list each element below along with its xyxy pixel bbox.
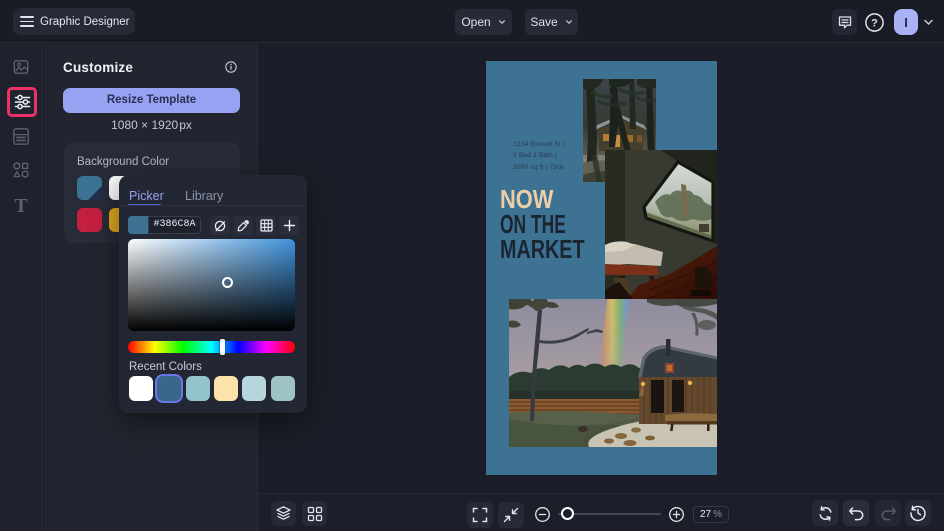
svg-text:?: ? bbox=[871, 17, 878, 29]
